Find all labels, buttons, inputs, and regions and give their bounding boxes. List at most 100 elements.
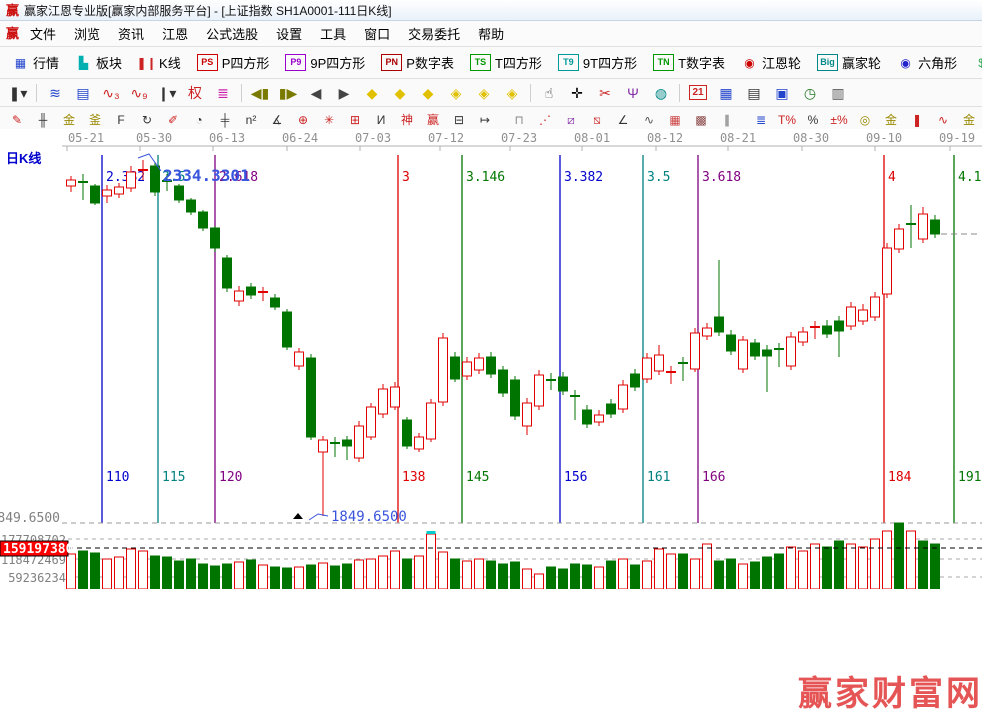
volume-bar-down[interactable]	[91, 553, 100, 589]
volume-bar-up[interactable]	[595, 567, 604, 589]
candle-up-body[interactable]	[895, 229, 904, 249]
volume-bar-down[interactable]	[559, 569, 568, 589]
candle-down-body[interactable]	[151, 166, 160, 192]
volume-bar-down[interactable]	[331, 566, 340, 589]
candle-up-body[interactable]	[703, 328, 712, 336]
ruler-123-icon[interactable]: ⊟	[446, 109, 472, 130]
volume-bar-down[interactable]	[163, 557, 172, 589]
candle-up-body[interactable]	[367, 407, 376, 437]
candle-down-body[interactable]	[403, 420, 412, 446]
candle-down-body[interactable]	[307, 358, 316, 437]
volume-bar-down[interactable]	[727, 559, 736, 589]
ab-wave-icon[interactable]: ∿	[930, 109, 956, 130]
candle-up-body[interactable]	[847, 307, 856, 326]
memo-icon[interactable]: ▤	[740, 81, 768, 104]
zoom-right-icon[interactable]: ◆	[386, 81, 414, 104]
volume-bar-up[interactable]	[463, 561, 472, 589]
volume-bar-up[interactable]	[475, 559, 484, 589]
candle-down-body[interactable]	[835, 321, 844, 331]
volume-bar-down[interactable]	[175, 561, 184, 589]
volume-bar-up[interactable]	[415, 556, 424, 589]
chart-area[interactable]: 日K线05-2105-3006-1306-2407-0307-1207-2308…	[0, 129, 982, 589]
volume-bar-up[interactable]	[259, 565, 268, 589]
volume-bar-up[interactable]	[883, 531, 892, 589]
candle-down-body[interactable]	[91, 186, 100, 203]
ying-icon[interactable]: 赢	[420, 109, 446, 130]
zoom-compress-icon[interactable]: ◈	[442, 81, 470, 104]
zoom-h-icon[interactable]: ◆	[414, 81, 442, 104]
gold-bars-icon[interactable]: 金	[878, 109, 904, 130]
volume-bar-down[interactable]	[583, 565, 592, 589]
volume-bar-up[interactable]	[643, 561, 652, 589]
candle-down-body[interactable]	[763, 350, 772, 356]
calculator-icon[interactable]: ▦	[712, 81, 740, 104]
volume-bar-up[interactable]	[667, 554, 676, 589]
menu-item-9[interactable]: 帮助	[469, 24, 513, 45]
menu-item-8[interactable]: 交易委托	[399, 24, 469, 45]
candle-down-body[interactable]	[211, 228, 220, 248]
candle-up-body[interactable]	[391, 387, 400, 407]
brush-icon[interactable]: ✎	[4, 109, 30, 130]
candle-up-body[interactable]	[295, 352, 304, 366]
volume-bar-up[interactable]	[379, 556, 388, 589]
candle-up-body[interactable]	[115, 187, 124, 194]
t-table-button[interactable]: TNT数字表	[645, 51, 733, 75]
next-bar-icon[interactable]: ▶	[330, 81, 358, 104]
volume-bar-down[interactable]	[223, 564, 232, 589]
candle-down-body[interactable]	[187, 200, 196, 212]
candle-down-body[interactable]	[283, 312, 292, 347]
candle-up-body[interactable]	[643, 358, 652, 379]
volume-bar-up[interactable]	[655, 549, 664, 589]
percent-icon[interactable]: %	[800, 109, 826, 130]
volume-bar-down[interactable]	[79, 551, 88, 589]
kline-button[interactable]: ❚❙K线	[130, 51, 189, 75]
candle-up-body[interactable]	[595, 415, 604, 422]
9t-square-button[interactable]: T99T四方形	[550, 51, 645, 75]
candle-up-body[interactable]	[535, 375, 544, 406]
t-square-button[interactable]: TST四方形	[462, 51, 550, 75]
candle-down-body[interactable]	[751, 343, 760, 356]
box-fan-icon[interactable]: ⧄	[558, 109, 584, 130]
volume-bar-up[interactable]	[787, 547, 796, 589]
spiral-icon[interactable]: ↻	[134, 109, 160, 130]
volume-bar-down[interactable]	[211, 566, 220, 589]
sectors-button[interactable]: ▙板块	[67, 51, 130, 75]
candle-down-body[interactable]	[583, 410, 592, 424]
zoom-all-icon[interactable]: ◈	[498, 81, 526, 104]
candle-up-body[interactable]	[799, 332, 808, 342]
candle-up-body[interactable]	[439, 338, 448, 402]
menu-item-0[interactable]: 文件	[21, 24, 65, 45]
volume-bar-up[interactable]	[67, 554, 76, 589]
quotes-button[interactable]: ▦行情	[4, 51, 67, 75]
save-icon[interactable]: ▣	[768, 81, 796, 104]
volume-bar-down[interactable]	[823, 547, 832, 589]
candle-up-body[interactable]	[859, 310, 868, 321]
candle-down-body[interactable]	[271, 298, 280, 307]
pattern-icon[interactable]: ◍	[647, 81, 675, 104]
volume-bar-down[interactable]	[679, 554, 688, 589]
candle-pen-icon[interactable]: ❚	[904, 109, 930, 130]
candle-up-body[interactable]	[739, 340, 748, 369]
overlay-lines-icon[interactable]: ≋	[41, 81, 69, 104]
candle-up-body[interactable]	[475, 358, 484, 370]
volume-bar-up[interactable]	[907, 531, 916, 589]
volume-bar-up[interactable]	[847, 544, 856, 589]
volume-bar-up[interactable]	[799, 551, 808, 589]
candle-up-body[interactable]	[691, 333, 700, 369]
target-circle-icon[interactable]: ⊕	[290, 109, 316, 130]
candle-up-body[interactable]	[463, 362, 472, 376]
gann-lines-icon[interactable]: ╫	[30, 109, 56, 130]
n2-icon[interactable]: n²	[238, 109, 264, 130]
gold-circle-icon[interactable]: ◎	[852, 109, 878, 130]
volume-bar-up[interactable]	[391, 551, 400, 589]
candle-up-body[interactable]	[355, 426, 364, 458]
volume-profile-icon[interactable]: ≣	[209, 81, 237, 104]
wave-3-icon[interactable]: ∿₃	[97, 81, 125, 104]
volume-bar-down[interactable]	[499, 564, 508, 589]
volume-bar-up[interactable]	[235, 562, 244, 589]
candle-down-body[interactable]	[931, 220, 940, 234]
candle-up-body[interactable]	[235, 291, 244, 301]
last-bar-icon[interactable]: ▮▶	[274, 81, 302, 104]
candle-down-body[interactable]	[451, 357, 460, 379]
menu-item-3[interactable]: 江恩	[153, 24, 197, 45]
